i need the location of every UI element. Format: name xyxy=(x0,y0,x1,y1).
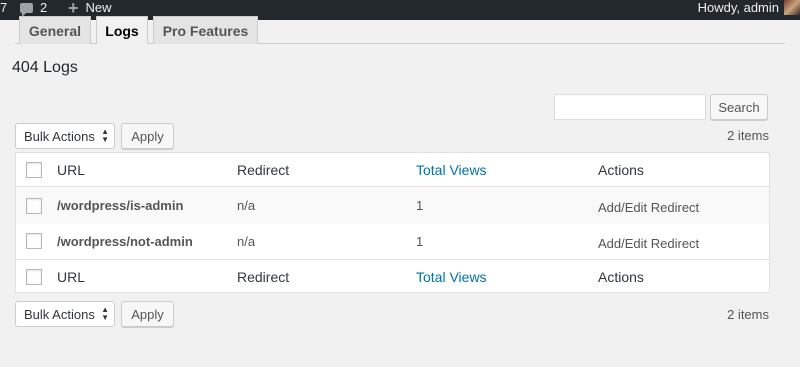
column-header-total-views[interactable]: Total Views xyxy=(416,162,487,178)
column-footer-actions: Actions xyxy=(598,269,644,285)
comments-menu[interactable]: 2 xyxy=(20,0,48,17)
comments-count: 2 xyxy=(40,0,48,15)
items-count-top: 2 items xyxy=(727,128,769,143)
avatar[interactable] xyxy=(784,0,800,15)
add-edit-redirect-link[interactable]: Add/Edit Redirect xyxy=(598,236,699,251)
comment-bubble-icon xyxy=(20,2,33,17)
redirect-value: n/a xyxy=(237,234,256,249)
add-edit-redirect-link[interactable]: Add/Edit Redirect xyxy=(598,200,699,215)
table-header-row: URL Redirect Total Views Actions xyxy=(16,153,769,187)
apply-button-bottom[interactable]: Apply xyxy=(121,301,174,327)
apply-button-top[interactable]: Apply xyxy=(121,123,174,149)
bulk-actions-selected: Bulk Actions xyxy=(24,306,95,322)
tab-general[interactable]: General xyxy=(19,16,91,44)
select-all-checkbox[interactable] xyxy=(26,162,42,178)
bulk-actions-select-bottom[interactable]: Bulk Actions ▲ ▼ xyxy=(15,301,115,327)
redirect-value: n/a xyxy=(237,198,256,213)
select-arrows-icon: ▲ ▼ xyxy=(101,305,109,322)
row-checkbox[interactable] xyxy=(26,198,42,214)
items-count-bottom: 2 items xyxy=(727,307,769,322)
tab-pro-features[interactable]: Pro Features xyxy=(153,16,258,44)
views-value: 1 xyxy=(416,234,424,249)
search-input[interactable] xyxy=(554,94,706,120)
column-header-url: URL xyxy=(57,162,86,178)
search-button[interactable]: Search xyxy=(710,94,768,120)
column-footer-total-views[interactable]: Total Views xyxy=(416,269,487,285)
tab-logs[interactable]: Logs xyxy=(96,16,148,44)
column-footer-redirect: Redirect xyxy=(237,269,290,285)
views-value: 1 xyxy=(416,198,424,213)
column-header-actions: Actions xyxy=(598,162,644,178)
account-greeting[interactable]: Howdy, admin xyxy=(698,0,779,15)
column-footer-url: URL xyxy=(57,269,86,285)
new-label: New xyxy=(85,0,112,15)
table-footer-row: URL Redirect Total Views Actions xyxy=(16,259,769,293)
new-content-menu[interactable]: + New xyxy=(68,0,112,18)
select-arrows-icon: ▲ ▼ xyxy=(101,127,109,144)
log-url-link[interactable]: /wordpress/not-admin xyxy=(57,234,193,249)
logs-table: URL Redirect Total Views Actions /wordpr… xyxy=(15,152,770,293)
bulk-actions-selected: Bulk Actions xyxy=(24,128,95,144)
select-all-checkbox-footer[interactable] xyxy=(26,269,42,285)
log-url-link[interactable]: /wordpress/is-admin xyxy=(57,198,183,213)
column-header-redirect: Redirect xyxy=(237,162,290,178)
admin-bar-updates-count[interactable]: 7 xyxy=(0,0,7,15)
table-row: /wordpress/is-admin n/a 1 Add/Edit Redir… xyxy=(16,188,769,224)
bulk-actions-select-top[interactable]: Bulk Actions ▲ ▼ xyxy=(15,123,115,149)
row-checkbox[interactable] xyxy=(26,233,42,249)
plus-icon: + xyxy=(68,0,79,18)
page-title: 404 Logs xyxy=(12,59,78,76)
table-row: /wordpress/not-admin n/a 1 Add/Edit Redi… xyxy=(16,224,769,259)
